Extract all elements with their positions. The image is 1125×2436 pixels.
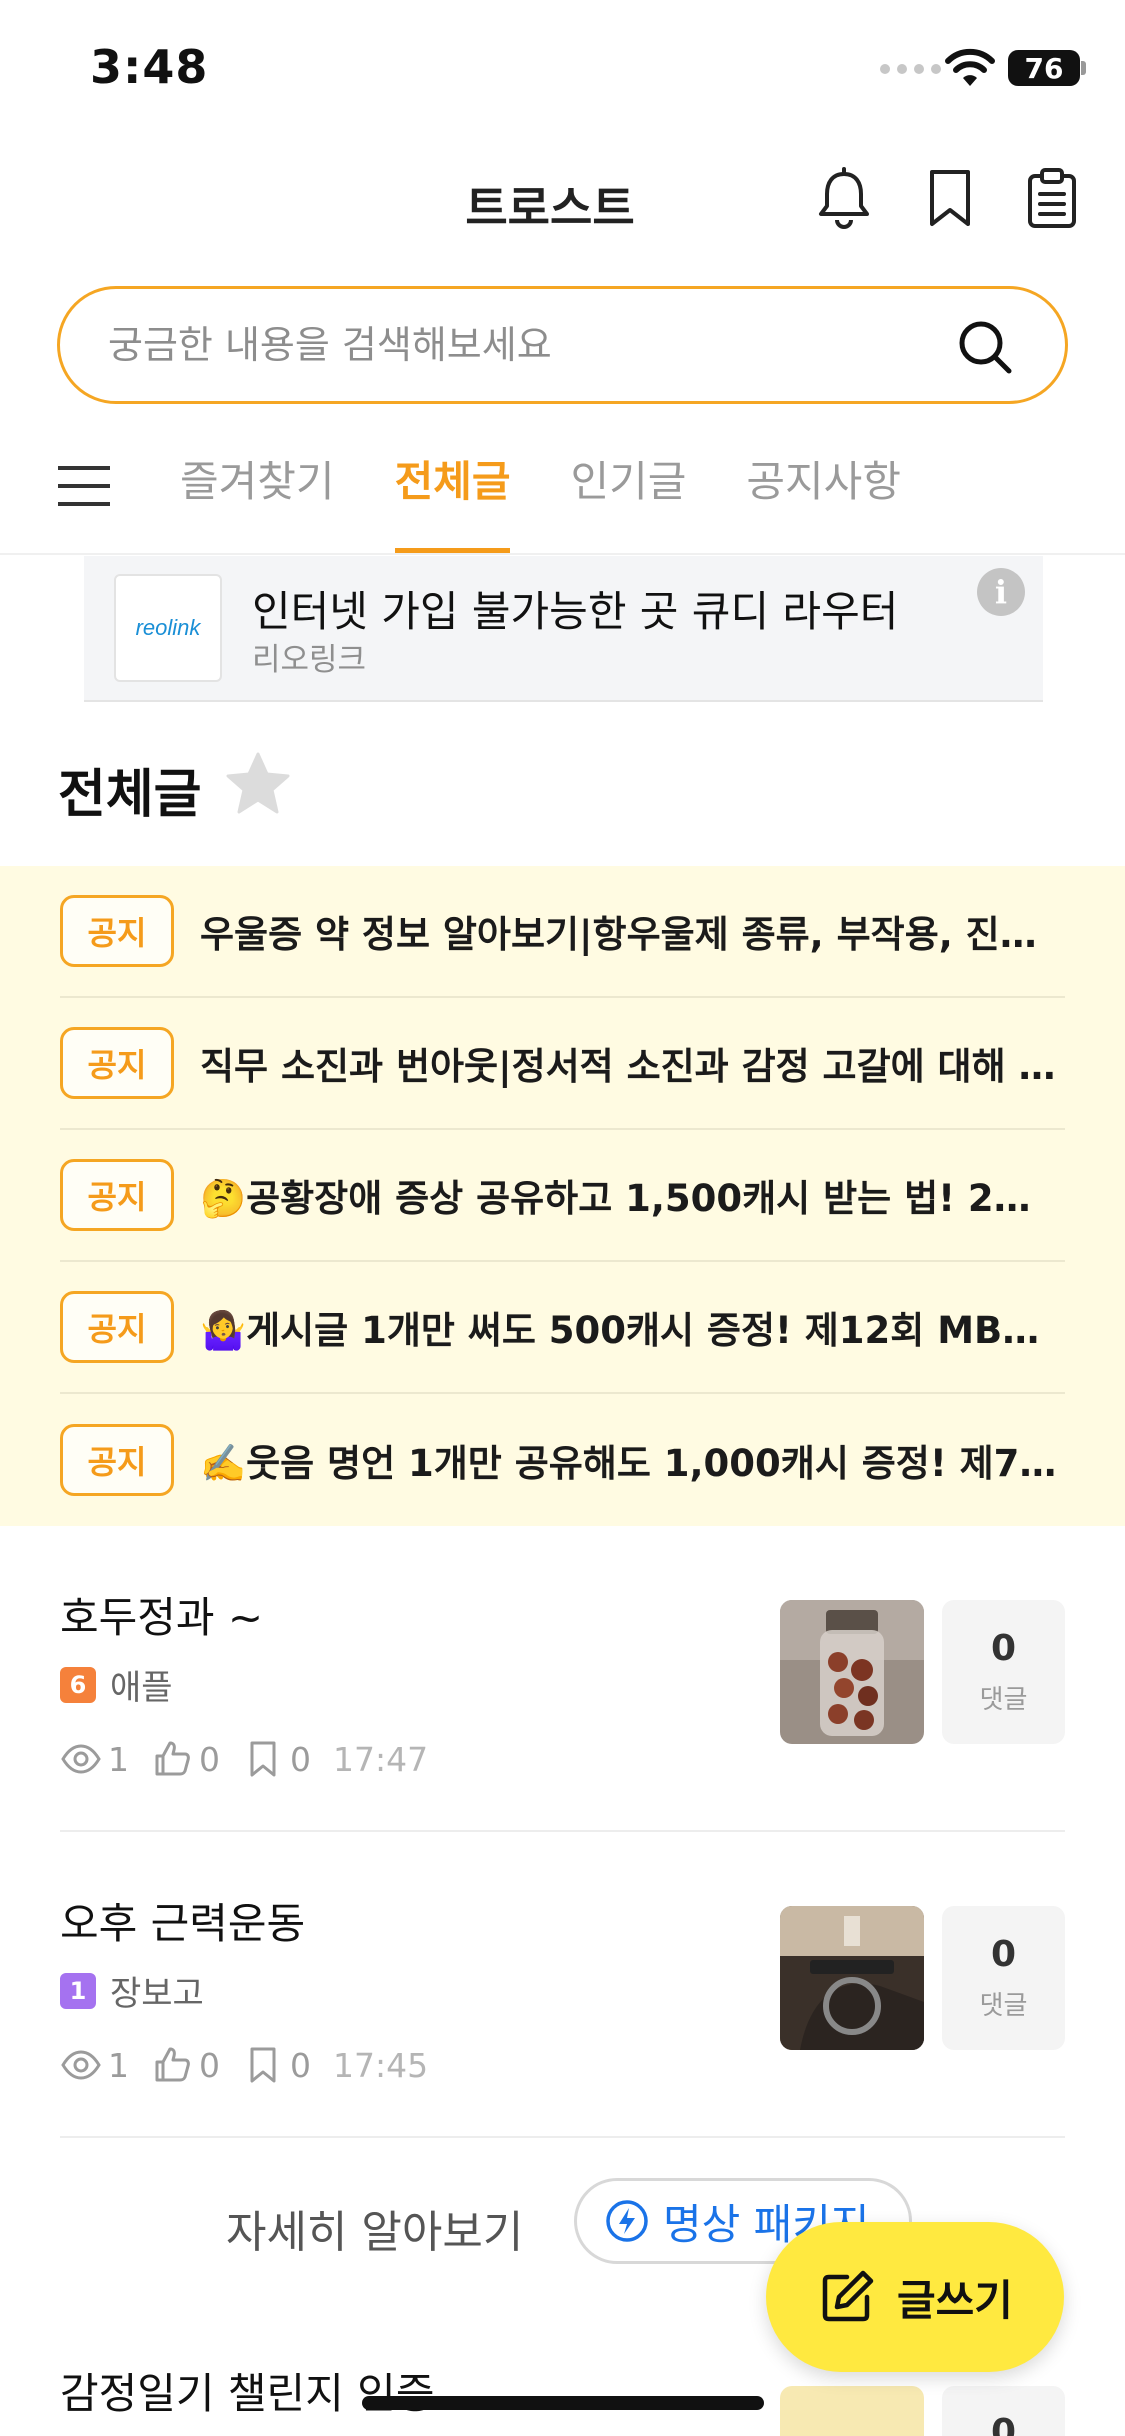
advertiser-logo: reolink <box>114 574 222 682</box>
eye-icon <box>61 2050 101 2080</box>
view-count: 1 <box>108 2045 129 2085</box>
post-time: 17:47 <box>333 1739 429 1779</box>
notice-item[interactable]: 공지 우울증 약 정보 알아보기|항우울제 종류, 부작용, 진단, 복용법 <box>60 866 1065 998</box>
view-count: 1 <box>108 1739 129 1779</box>
search-box[interactable] <box>57 286 1068 404</box>
info-icon[interactable]: i <box>977 568 1025 616</box>
write-post-button[interactable]: 글쓰기 <box>766 2222 1064 2372</box>
status-time: 3:48 <box>90 40 209 94</box>
pencil-edit-icon <box>822 2270 874 2322</box>
ad-title: 인터넷 가입 불가능한 곳 큐디 라우터 <box>252 587 899 636</box>
comment-label: 댓글 <box>979 1991 1028 2021</box>
bookmark-icon[interactable] <box>918 166 982 230</box>
ad-banner[interactable]: reolink 인터넷 가입 불가능한 곳 큐디 라우터 리오링크 i <box>84 556 1043 702</box>
save-count: 0 <box>290 1739 311 1779</box>
bell-icon[interactable] <box>812 166 876 230</box>
notice-list: 공지 우울증 약 정보 알아보기|항우울제 종류, 부작용, 진단, 복용법 공… <box>0 866 1125 1526</box>
save-count: 0 <box>290 2045 311 2085</box>
notice-item[interactable]: 공지 ✍️웃음 명언 1개만 공유해도 1,000캐시 증정! 제7회 이벤트 <box>60 1394 1065 1526</box>
battery-tip <box>1081 61 1086 75</box>
post-title: 오후 근력운동 <box>60 1899 306 1948</box>
comment-count: 0 <box>990 1934 1017 1975</box>
post-thumbnail <box>780 1600 924 1744</box>
tabs-divider <box>0 553 1125 555</box>
notice-item[interactable]: 공지 직무 소진과 번아웃|정서적 소진과 감정 고갈에 대해 알아보기 <box>60 998 1065 1130</box>
search-icon[interactable] <box>957 319 1013 375</box>
tab-favorites[interactable]: 즐겨찾기 <box>180 440 335 554</box>
post-meta: 1 0 0 17:47 <box>60 1738 428 1780</box>
post-meta: 1 0 0 17:45 <box>60 2044 428 2086</box>
notice-badge: 공지 <box>60 1291 174 1363</box>
notice-title: 🤔공황장애 증상 공유하고 1,500캐시 받는 법! 2월 이벤트 <box>200 1177 1062 1220</box>
post-board: 1 장보고 <box>60 1966 204 2015</box>
battery-icon: 76 <box>1008 50 1080 86</box>
notice-title: ✍️웃음 명언 1개만 공유해도 1,000캐시 증정! 제7회 이벤트 <box>200 1442 1062 1485</box>
board-name: 장보고 <box>110 1974 204 2014</box>
clipboard-icon[interactable] <box>1020 166 1084 230</box>
thumbs-up-icon <box>155 2047 190 2082</box>
thumbs-up-icon <box>155 1741 190 1776</box>
bookmark-icon <box>250 1741 276 1777</box>
write-label: 글쓰기 <box>897 2275 1013 2325</box>
like-count: 0 <box>199 2045 220 2085</box>
notice-badge: 공지 <box>60 895 174 967</box>
tab-popular[interactable]: 인기글 <box>570 440 686 554</box>
post-thumbnail <box>780 2386 924 2436</box>
section-title: 전체글 <box>58 765 202 825</box>
lightning-icon <box>606 2200 648 2242</box>
comment-count-box: 0 댓글 <box>942 1906 1065 2050</box>
favorite-star-icon[interactable] <box>222 748 294 820</box>
learn-more-link[interactable]: 자세히 알아보기 <box>226 2196 523 2260</box>
eye-icon <box>61 1744 101 1774</box>
post-thumbnail <box>780 1906 924 2050</box>
board-tabs: 즐겨찾기 전체글 인기글 공지사항 <box>180 440 901 554</box>
ad-advertiser: 리오링크 <box>252 642 367 678</box>
comment-count: 0 <box>942 2386 1065 2436</box>
comment-count: 0 <box>990 1628 1017 1669</box>
comment-label: 댓글 <box>979 1685 1028 1715</box>
board-name: 애플 <box>110 1668 173 1708</box>
post-item[interactable]: 오후 근력운동 1 장보고 1 0 0 17:45 0 댓글 <box>60 1832 1065 2138</box>
tab-all-posts[interactable]: 전체글 <box>394 440 510 554</box>
cellular-signal-icon <box>880 64 941 74</box>
notice-title: 직무 소진과 번아웃|정서적 소진과 감정 고갈에 대해 알아보기 <box>200 1045 1062 1088</box>
notice-badge: 공지 <box>60 1159 174 1231</box>
comment-count-box: 0 댓글 <box>942 1600 1065 1744</box>
notice-item[interactable]: 공지 🤷‍♀️게시글 1개만 써도 500캐시 증정! 제12회 MBTI 이벤… <box>60 1262 1065 1394</box>
status-bar: 3:48 76 <box>0 0 1125 135</box>
board-number-badge: 1 <box>60 1972 96 2009</box>
board-number-badge: 6 <box>60 1666 96 1703</box>
search-input[interactable] <box>108 289 928 401</box>
notice-title: 🤷‍♀️게시글 1개만 써도 500캐시 증정! 제12회 MBTI 이벤트 <box>200 1309 1062 1352</box>
wifi-icon <box>945 48 995 86</box>
post-title[interactable]: 감정일기 챌린지 인증 <box>60 2360 434 2421</box>
post-title: 호두정과 ~ <box>60 1593 264 1642</box>
post-time: 17:45 <box>333 2045 429 2085</box>
like-count: 0 <box>199 1739 220 1779</box>
post-board: 6 애플 <box>60 1660 173 1709</box>
tab-notices[interactable]: 공지사항 <box>746 440 901 554</box>
notice-item[interactable]: 공지 🤔공황장애 증상 공유하고 1,500캐시 받는 법! 2월 이벤트 <box>60 1130 1065 1262</box>
notice-badge: 공지 <box>60 1424 174 1496</box>
notice-title: 우울증 약 정보 알아보기|항우울제 종류, 부작용, 진단, 복용법 <box>200 913 1062 956</box>
bookmark-icon <box>250 2047 276 2083</box>
home-indicator[interactable] <box>362 2396 764 2410</box>
post-item[interactable]: 호두정과 ~ 6 애플 1 0 0 17:47 0 댓글 <box>60 1526 1065 1832</box>
notice-badge: 공지 <box>60 1027 174 1099</box>
hamburger-menu-icon[interactable] <box>56 462 112 510</box>
